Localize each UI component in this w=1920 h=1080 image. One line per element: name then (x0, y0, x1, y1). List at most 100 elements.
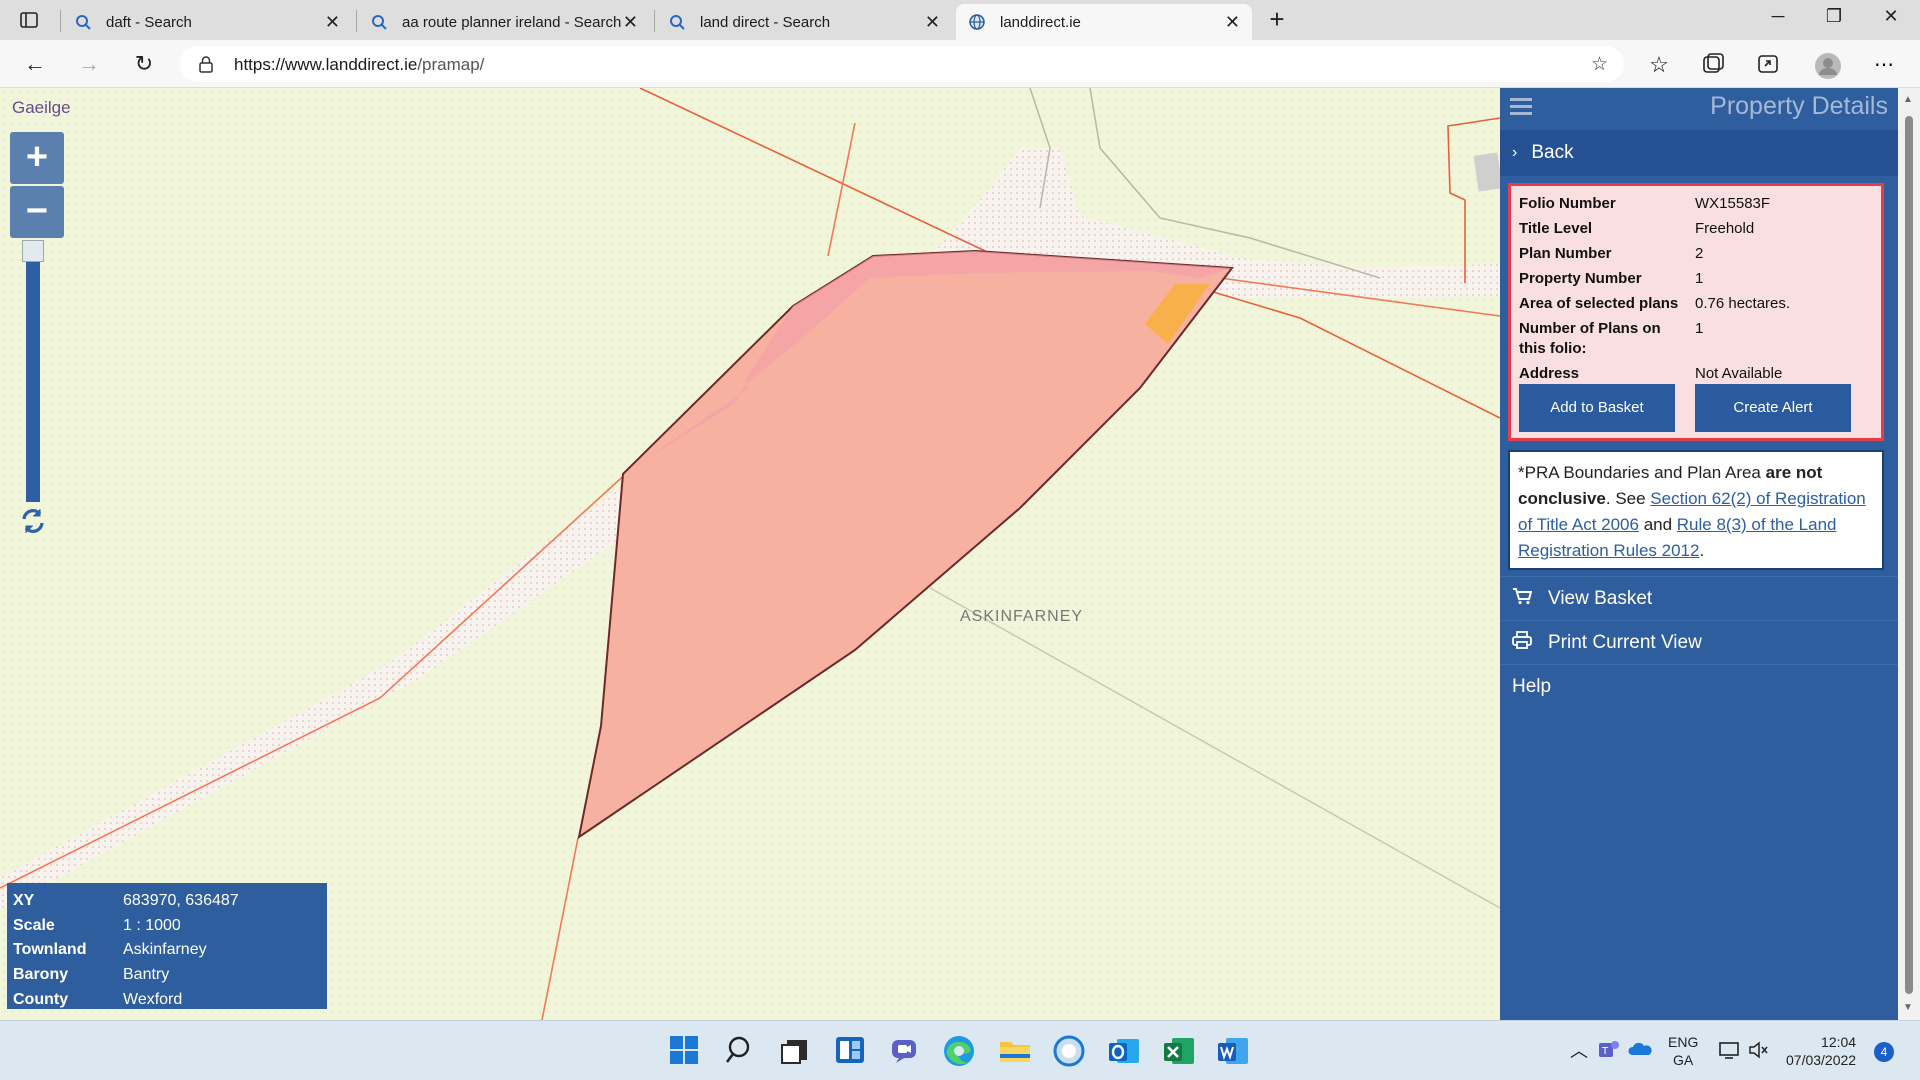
url-field[interactable]: https://www.landdirect.ie/pramap/ ☆ (180, 46, 1624, 82)
zoom-out-button[interactable]: − (10, 186, 64, 238)
map-view[interactable]: Gaeilge + − ASKINFARNEY XY 683970, 636487… (0, 88, 1500, 1020)
view-basket-button[interactable]: View Basket (1500, 576, 1898, 620)
close-window-button[interactable]: ✕ (1871, 6, 1911, 27)
scroll-down-icon[interactable]: ▼ (1903, 1002, 1913, 1013)
notification-badge[interactable]: 4 (1874, 1042, 1894, 1062)
disclaimer-text: and (1638, 515, 1677, 534)
info-label: XY (13, 892, 35, 910)
add-to-basket-button[interactable]: Add to Basket (1519, 384, 1675, 432)
detail-label: Title Level (1519, 220, 1593, 237)
clock[interactable]: 12:04 07/03/2022 (1786, 1033, 1856, 1069)
help-label: Help (1512, 675, 1552, 697)
zoom-in-button[interactable]: + (10, 132, 64, 184)
add-favorite-icon[interactable]: ☆ (1591, 53, 1608, 76)
onedrive-icon[interactable] (1628, 1041, 1652, 1062)
detail-row: Address Not Available (1519, 364, 1881, 384)
tab-title: land direct - Search (700, 13, 831, 31)
townland-map-label: ASKINFARNEY (960, 608, 1084, 625)
lang-bottom: GA (1673, 1052, 1694, 1068)
disclaimer-text: . See (1605, 489, 1651, 508)
barony-value: Bantry (123, 966, 170, 984)
detail-label: Address (1519, 365, 1580, 382)
restore-button[interactable]: ❐ (1814, 6, 1854, 27)
excel-icon[interactable] (1162, 1034, 1198, 1070)
forward-arrow-icon[interactable]: → (74, 50, 104, 80)
detail-value: 1 (1695, 270, 1704, 287)
profile-avatar[interactable] (1814, 52, 1841, 79)
file-explorer-icon[interactable] (998, 1034, 1034, 1070)
back-button[interactable]: › Back (1500, 130, 1898, 176)
tab-title: daft - Search (106, 13, 192, 31)
app-circle-icon[interactable] (1052, 1034, 1088, 1070)
close-tab-icon[interactable]: ✕ (325, 12, 340, 33)
tab-aa-route-planner-search[interactable]: aa route planner ireland - Search ✕ (358, 4, 650, 40)
minimize-button[interactable]: ─ (1758, 6, 1798, 27)
widgets-icon[interactable] (834, 1034, 870, 1070)
zoom-slider-handle[interactable] (22, 240, 44, 262)
tab-daft-search[interactable]: daft - Search ✕ (62, 4, 352, 40)
detail-label: Number of Plans on this folio: (1519, 320, 1661, 357)
page-scrollbar[interactable]: ▲ ▼ (1898, 88, 1920, 1020)
print-view-label: Print Current View (1548, 631, 1702, 653)
scrollbar-thumb[interactable] (1905, 116, 1913, 994)
teams-chat-icon[interactable] (889, 1034, 925, 1070)
windows-start-icon[interactable] (668, 1034, 704, 1070)
volume-muted-icon[interactable] (1748, 1040, 1770, 1065)
outlook-icon[interactable] (1107, 1034, 1143, 1070)
scroll-up-icon[interactable]: ▲ (1903, 94, 1913, 105)
tab-actions-icon[interactable] (20, 11, 38, 29)
network-icon[interactable] (1718, 1040, 1742, 1065)
close-tab-icon[interactable]: ✕ (925, 12, 940, 33)
refresh-icon[interactable] (18, 506, 48, 541)
help-button[interactable]: Help (1500, 664, 1898, 708)
townland-value: Askinfarney (123, 941, 207, 959)
teams-tray-icon[interactable]: T (1598, 1039, 1620, 1066)
new-tab-button[interactable]: + (1257, 4, 1297, 35)
map-canvas[interactable] (0, 88, 1500, 1020)
printer-icon (1512, 630, 1534, 655)
input-language-indicator[interactable]: ENG GA (1668, 1033, 1698, 1069)
globe-icon (968, 13, 986, 31)
detail-value: Not Available (1695, 365, 1783, 382)
hamburger-menu-icon[interactable] (1510, 96, 1534, 121)
detail-label: Property Number (1519, 270, 1642, 287)
clock-date: 07/03/2022 (1786, 1052, 1857, 1068)
search-icon (370, 13, 388, 31)
disclaimer-box: *PRA Boundaries and Plan Area are not co… (1508, 450, 1884, 570)
county-value: Wexford (123, 990, 183, 1008)
back-arrow-icon[interactable]: ← (20, 50, 50, 80)
tab-land-direct-search[interactable]: land direct - Search ✕ (656, 4, 952, 40)
language-link[interactable]: Gaeilge (12, 98, 71, 118)
reload-icon[interactable]: ↻ (129, 50, 159, 80)
lock-icon (198, 55, 214, 78)
chevron-up-icon[interactable]: ︿ (1570, 1037, 1588, 1063)
cart-icon (1512, 587, 1534, 611)
task-view-icon[interactable] (779, 1034, 815, 1070)
favorites-icon[interactable]: ☆ (1646, 52, 1672, 78)
edge-browser-icon[interactable] (942, 1034, 978, 1070)
tab-landdirect[interactable]: landdirect.ie ✕ (956, 4, 1252, 40)
zoom-slider-track[interactable] (26, 240, 40, 502)
detail-label: Area of selected plans (1519, 295, 1679, 312)
close-tab-icon[interactable]: ✕ (623, 12, 638, 33)
collections-icon[interactable] (1701, 52, 1727, 78)
search-icon (74, 13, 92, 31)
close-tab-icon[interactable]: ✕ (1225, 12, 1240, 33)
detail-label: Folio Number (1519, 195, 1616, 212)
search-icon (668, 13, 686, 31)
create-alert-button[interactable]: Create Alert (1695, 384, 1851, 432)
windows-taskbar: ︿ T ENG GA 12:04 07/03/2022 4 (0, 1020, 1920, 1080)
detail-label: Plan Number (1519, 245, 1612, 262)
word-icon[interactable] (1216, 1034, 1252, 1070)
tab-title: landdirect.ie (1000, 13, 1081, 31)
scale-value: 1 : 1000 (123, 916, 181, 934)
info-label: Barony (13, 966, 69, 984)
detail-value: WX15583F (1695, 195, 1771, 212)
share-icon[interactable] (1756, 52, 1782, 78)
more-options-icon[interactable]: ⋯ (1871, 52, 1897, 78)
view-basket-label: View Basket (1548, 587, 1653, 609)
info-label: Townland (13, 941, 87, 959)
detail-row: Number of Plans on this folio: 1 (1519, 319, 1881, 359)
search-icon[interactable] (724, 1034, 760, 1070)
print-view-button[interactable]: Print Current View (1500, 620, 1898, 664)
